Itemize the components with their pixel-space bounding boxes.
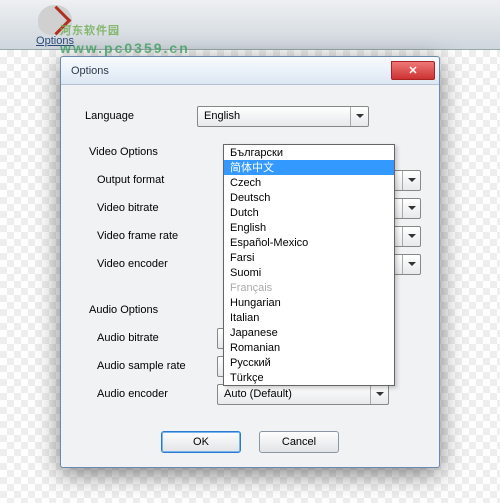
language-option[interactable]: 简体中文 (224, 160, 394, 175)
chevron-down-icon (402, 199, 420, 218)
chevron-down-icon (370, 385, 388, 404)
language-option[interactable]: Русский (224, 355, 394, 370)
language-option[interactable]: Suomi (224, 265, 394, 280)
language-option[interactable]: English (224, 220, 394, 235)
language-option[interactable]: Türkçe (224, 370, 394, 385)
watermark-url: www.pc0359.cn (60, 40, 190, 56)
language-selected: English (204, 110, 240, 122)
language-option[interactable]: Deutsch (224, 190, 394, 205)
video-encoder-label: Video encoder (97, 258, 217, 270)
watermark: 河东软件园 www.pc0359.cn (60, 14, 190, 56)
language-row: Language English (85, 105, 421, 127)
language-option[interactable]: Hungarian (224, 295, 394, 310)
chevron-down-icon (402, 171, 420, 190)
audio-encoder-label: Audio encoder (97, 388, 217, 400)
audio-sample-rate-label: Audio sample rate (97, 360, 217, 372)
cancel-label: Cancel (282, 436, 316, 448)
ok-label: OK (193, 436, 209, 448)
video-options-label: Video Options (89, 146, 201, 158)
language-combo[interactable]: English (197, 106, 369, 127)
language-option[interactable]: Farsi (224, 250, 394, 265)
language-option[interactable]: Italian (224, 310, 394, 325)
cancel-button[interactable]: Cancel (259, 431, 339, 453)
language-label: Language (85, 110, 197, 122)
language-option[interactable]: Español-Mexico (224, 235, 394, 250)
video-bitrate-label: Video bitrate (97, 202, 217, 214)
dialog-button-bar: OK Cancel (61, 423, 439, 467)
audio-encoder-combo[interactable]: Auto (Default) (217, 384, 389, 405)
dialog-titlebar[interactable]: Options ✕ (61, 57, 439, 85)
audio-bitrate-label: Audio bitrate (97, 332, 217, 344)
language-option[interactable]: Български (224, 145, 394, 160)
dialog-title: Options (71, 65, 109, 77)
language-option[interactable]: Dutch (224, 205, 394, 220)
chevron-down-icon (402, 255, 420, 274)
language-option[interactable]: Czech (224, 175, 394, 190)
ok-button[interactable]: OK (161, 431, 241, 453)
chevron-down-icon (402, 227, 420, 246)
watermark-text: 河东软件园 (60, 25, 120, 37)
language-option[interactable]: Japanese (224, 325, 394, 340)
close-icon: ✕ (408, 64, 417, 77)
dialog-content: Language English Български简体中文CzechDeuts… (61, 85, 439, 423)
options-dialog: Options ✕ Language English Български简体中文… (60, 56, 440, 468)
close-button[interactable]: ✕ (391, 61, 435, 80)
chevron-down-icon (350, 107, 368, 126)
language-option[interactable]: Français (224, 280, 394, 295)
language-option[interactable]: Romanian (224, 340, 394, 355)
audio-options-label: Audio Options (89, 304, 201, 316)
output-format-label: Output format (97, 174, 217, 186)
language-dropdown[interactable]: Български简体中文CzechDeutschDutchEnglishEsp… (223, 144, 395, 386)
audio-encoder-value: Auto (Default) (224, 388, 292, 400)
video-frame-rate-label: Video frame rate (97, 230, 217, 242)
audio-encoder-row: Audio encoder Auto (Default) (85, 383, 421, 405)
